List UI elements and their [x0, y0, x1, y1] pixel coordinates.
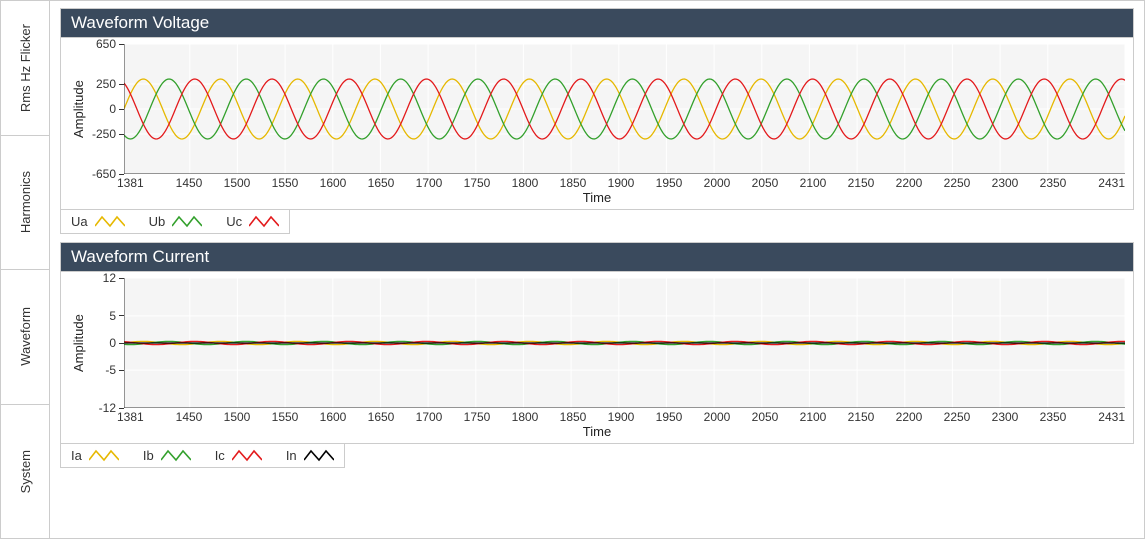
xtick: 1381 [117, 410, 165, 424]
chart-ylabel-voltage: Amplitude [69, 44, 88, 174]
sidebar-tab-label: Rms Hz Flicker [18, 24, 33, 112]
chart-legend-current: Ia Ib Ic In [60, 444, 345, 468]
chart-title-current: Waveform Current [60, 242, 1134, 271]
chart-panel-current: Waveform Current Amplitude 1250-5-12 138… [60, 242, 1134, 468]
xtick: 1950 [645, 176, 693, 190]
chart-plot-voltage[interactable] [124, 44, 1125, 174]
xtick: 2250 [933, 176, 981, 190]
xtick: 1900 [597, 410, 645, 424]
xtick: 2300 [981, 410, 1029, 424]
sidebar-tab-harmonics[interactable]: Harmonics [1, 136, 49, 271]
chart-ylabel-current: Amplitude [69, 278, 88, 408]
chart-legend-voltage: Ua Ub Uc [60, 210, 290, 234]
xtick: 1550 [261, 410, 309, 424]
legend-item-in[interactable]: In [286, 448, 334, 463]
xtick: 1700 [405, 176, 453, 190]
chart-yaxis-current: 1250-5-12 [88, 278, 124, 408]
xtick: 1381 [117, 176, 165, 190]
legend-label: Ua [71, 214, 88, 229]
chart-panel-voltage: Waveform Voltage Amplitude 6502500-250-6… [60, 8, 1134, 234]
legend-item-ia[interactable]: Ia [71, 448, 119, 463]
xtick: 1500 [213, 410, 261, 424]
sidebar-tab-label: Harmonics [18, 171, 33, 233]
legend-swatch-icon [95, 214, 125, 229]
xtick: 2431 [1077, 176, 1125, 190]
xtick: 1450 [165, 176, 213, 190]
xtick: 1800 [501, 410, 549, 424]
legend-swatch-icon [232, 448, 262, 463]
legend-item-ib[interactable]: Ib [143, 448, 191, 463]
xtick: 1900 [597, 176, 645, 190]
legend-swatch-icon [249, 214, 279, 229]
xtick: 2000 [693, 410, 741, 424]
xtick: 1700 [405, 410, 453, 424]
xtick: 1750 [453, 410, 501, 424]
xtick: 2350 [1029, 410, 1077, 424]
sidebar-tabs: Rms Hz Flicker Harmonics Waveform System [1, 1, 50, 538]
legend-label: Ib [143, 448, 154, 463]
legend-label: In [286, 448, 297, 463]
xtick: 1850 [549, 176, 597, 190]
chart-yaxis-voltage: 6502500-250-650 [88, 44, 124, 174]
chart-title-voltage: Waveform Voltage [60, 8, 1134, 37]
sidebar-tab-label: System [18, 450, 33, 493]
legend-item-ub[interactable]: Ub [149, 214, 203, 229]
legend-label: Ub [149, 214, 166, 229]
app-root: Rms Hz Flicker Harmonics Waveform System… [0, 0, 1145, 539]
legend-item-uc[interactable]: Uc [226, 214, 279, 229]
legend-swatch-icon [89, 448, 119, 463]
legend-label: Ic [215, 448, 225, 463]
xtick: 1950 [645, 410, 693, 424]
main-panel: Waveform Voltage Amplitude 6502500-250-6… [50, 1, 1144, 538]
xtick: 2431 [1077, 410, 1125, 424]
xtick: 1600 [309, 410, 357, 424]
xtick: 1800 [501, 176, 549, 190]
legend-item-ic[interactable]: Ic [215, 448, 262, 463]
legend-item-ua[interactable]: Ua [71, 214, 125, 229]
chart-xlabel-current: Time [69, 424, 1125, 439]
xtick: 2050 [741, 410, 789, 424]
chart-xticks-voltage: 1381145015001550160016501700175018001850… [117, 176, 1125, 190]
xtick: 1750 [453, 176, 501, 190]
xtick: 2200 [885, 410, 933, 424]
xtick: 1500 [213, 176, 261, 190]
xtick: 2250 [933, 410, 981, 424]
legend-swatch-icon [172, 214, 202, 229]
xtick: 1600 [309, 176, 357, 190]
chart-body-current: Amplitude 1250-5-12 13811450150015501600… [60, 271, 1134, 444]
legend-label: Ia [71, 448, 82, 463]
xtick: 1850 [549, 410, 597, 424]
xtick: 2200 [885, 176, 933, 190]
xtick: 2100 [789, 410, 837, 424]
xtick: 1650 [357, 410, 405, 424]
legend-label: Uc [226, 214, 242, 229]
legend-swatch-icon [304, 448, 334, 463]
legend-swatch-icon [161, 448, 191, 463]
chart-body-voltage: Amplitude 6502500-250-650 13811450150015… [60, 37, 1134, 210]
sidebar-tab-rms[interactable]: Rms Hz Flicker [1, 1, 49, 136]
xtick: 2000 [693, 176, 741, 190]
xtick: 2300 [981, 176, 1029, 190]
sidebar-tab-label: Waveform [18, 307, 33, 366]
xtick: 1450 [165, 410, 213, 424]
sidebar-tab-waveform[interactable]: Waveform [1, 270, 49, 405]
xtick: 2350 [1029, 176, 1077, 190]
xtick: 1550 [261, 176, 309, 190]
xtick: 2150 [837, 410, 885, 424]
xtick: 2100 [789, 176, 837, 190]
xtick: 1650 [357, 176, 405, 190]
chart-plot-current[interactable] [124, 278, 1125, 408]
sidebar-tab-system[interactable]: System [1, 405, 49, 539]
chart-xticks-current: 1381145015001550160016501700175018001850… [117, 410, 1125, 424]
xtick: 2050 [741, 176, 789, 190]
xtick: 2150 [837, 176, 885, 190]
chart-xlabel-voltage: Time [69, 190, 1125, 205]
